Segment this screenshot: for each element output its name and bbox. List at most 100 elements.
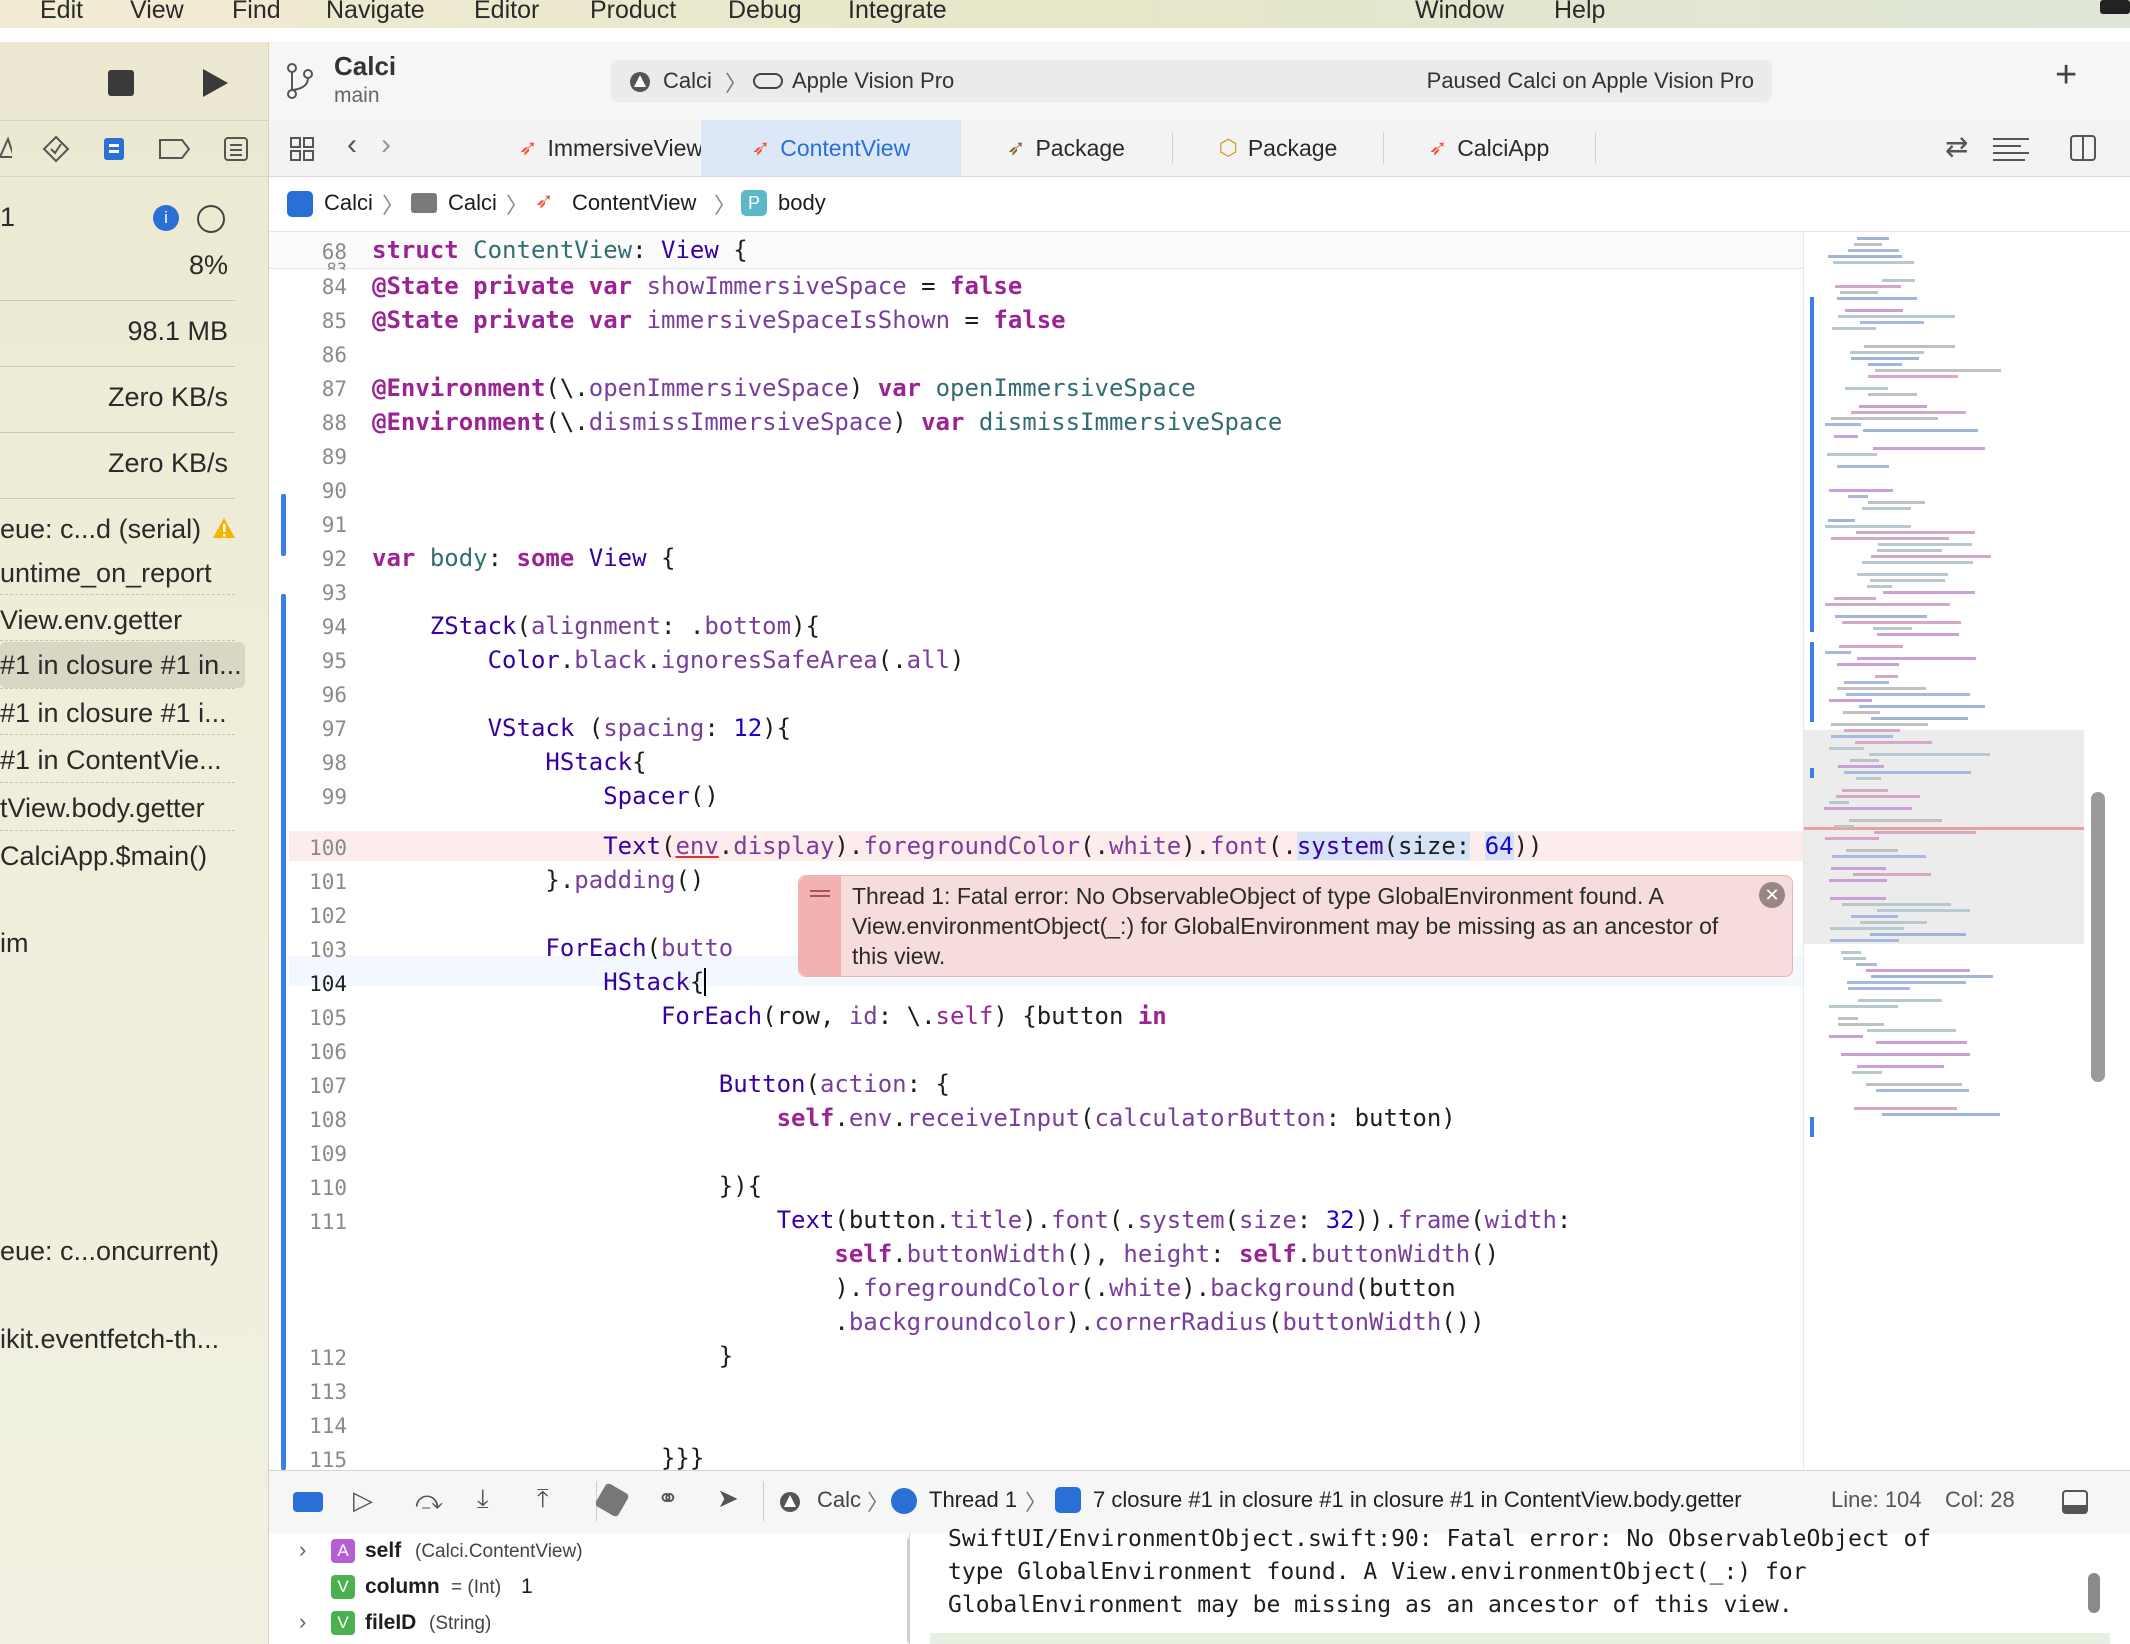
variable-name[interactable]: fileID: [365, 1611, 416, 1635]
breadcrumb-file[interactable]: ContentView: [572, 190, 696, 216]
console-output[interactable]: SwiftUI/EnvironmentObject.swift:90: Fata…: [910, 1526, 2130, 1644]
variable-type: (String): [429, 1613, 492, 1634]
minimap-line: [1867, 585, 1892, 588]
menu-view[interactable]: View: [130, 0, 184, 25]
continue-icon[interactable]: ▷: [353, 1485, 373, 1516]
menu-navigate[interactable]: Navigate: [326, 0, 425, 25]
warning-nav-icon[interactable]: [0, 135, 12, 161]
frame-closure-1[interactable]: #1 in closure #1 in...: [0, 650, 242, 681]
thread-im[interactable]: im: [0, 928, 29, 959]
source-editor[interactable]: 84 @State private var showImmersiveSpace…: [269, 232, 1803, 1470]
cpu-gauge[interactable]: 8%: [189, 250, 228, 281]
breakpoint-nav-icon[interactable]: [158, 137, 192, 161]
branch-name[interactable]: main: [334, 84, 380, 108]
tab-package-1[interactable]: ➶ Package: [961, 120, 1171, 176]
destination-selector[interactable]: Apple Vision Pro: [792, 68, 954, 94]
code-line-115: }}}: [372, 1444, 705, 1470]
tab-calciapp[interactable]: ➶ CalciApp: [1384, 120, 1594, 176]
split-editor-icon[interactable]: [2069, 134, 2097, 162]
sticky-scope-header[interactable]: 68 struct ContentView: View { 83: [269, 232, 1803, 270]
hide-debug-area-icon[interactable]: [2061, 1489, 2089, 1515]
disclosure-icon[interactable]: ›: [299, 1609, 306, 1635]
minimap-line: [1825, 525, 1911, 528]
queue-concurrent[interactable]: eue: c...oncurrent): [0, 1236, 219, 1267]
minimap-line: [1837, 465, 1889, 468]
menu-window[interactable]: Window: [1415, 0, 1504, 25]
step-out-icon[interactable]: ⤒: [537, 1483, 549, 1515]
scheme-chevron-icon: 〉: [725, 71, 748, 96]
menu-product[interactable]: Product: [590, 0, 676, 25]
menu-debug[interactable]: Debug: [728, 0, 802, 25]
code-line-87: @Environment(\.openImmersiveSpace) var o…: [372, 374, 1196, 402]
related-items-icon[interactable]: [289, 136, 315, 162]
frame-closure-contentview[interactable]: #1 in ContentVie...: [0, 745, 222, 776]
info-icon[interactable]: i: [153, 205, 179, 231]
back-icon[interactable]: ‹: [347, 128, 357, 162]
menu-editor[interactable]: Editor: [474, 0, 539, 25]
console-scrollbar[interactable]: [2088, 1573, 2100, 1613]
test-nav-icon[interactable]: [42, 135, 70, 163]
error-annotation[interactable]: Thread 1: Fatal error: No ObservableObje…: [798, 875, 1793, 977]
run-icon[interactable]: [200, 67, 230, 99]
menu-find[interactable]: Find: [232, 0, 281, 25]
step-over-icon[interactable]: ⤼: [415, 1485, 443, 1517]
crumb-thread[interactable]: Thread 1: [929, 1487, 1017, 1513]
app-icon: [780, 1492, 800, 1512]
project-name[interactable]: Calci: [334, 51, 396, 82]
location-icon[interactable]: ➤: [717, 1483, 739, 1514]
threads-icon[interactable]: [197, 205, 225, 233]
crumb-app[interactable]: Calc: [817, 1487, 861, 1513]
disk-gauge[interactable]: Zero KB/s: [108, 382, 228, 413]
forward-icon[interactable]: ›: [381, 128, 391, 162]
report-nav-icon[interactable]: [222, 135, 250, 163]
menu-help[interactable]: Help: [1554, 0, 1605, 25]
code-line-108: self.env.receiveInput(calculatorButton: …: [776, 1104, 1456, 1132]
minimap[interactable]: [1803, 232, 2105, 1470]
queue-serial[interactable]: eue: c...d (serial): [0, 514, 201, 545]
stop-icon[interactable]: [108, 70, 134, 96]
swap-icon[interactable]: ⇄: [1945, 130, 1968, 163]
breadcrumb-chevron-icon: 〉: [506, 193, 529, 218]
minimap-line: [1871, 555, 1991, 558]
view-hierarchy-icon[interactable]: [594, 1482, 630, 1518]
col-indicator: Col: 28: [1945, 1487, 2015, 1512]
breakpoints-toggle-icon[interactable]: [293, 1492, 323, 1512]
frame-main[interactable]: CalciApp.$main(): [0, 841, 207, 872]
frame-env-getter[interactable]: View.env.getter: [0, 605, 182, 636]
frame-closure-2[interactable]: #1 in closure #1 i...: [0, 698, 227, 729]
line-number: 100: [309, 836, 347, 860]
scheme-selector[interactable]: Calci: [663, 68, 712, 94]
breadcrumb-group[interactable]: Calci: [448, 190, 497, 216]
tab-package-2[interactable]: ⬡ Package: [1173, 120, 1383, 176]
crumb-frame[interactable]: 7 closure #1 in closure #1 in closure #1…: [1093, 1487, 1742, 1513]
variable-name[interactable]: column: [365, 1575, 440, 1599]
breadcrumb-project[interactable]: Calci: [324, 190, 373, 216]
tab-contentview[interactable]: ➶ ContentView: [701, 120, 961, 176]
breadcrumb-chevron-icon: 〉: [382, 193, 405, 218]
line-number: 110: [309, 1176, 347, 1200]
code-line-100: Text(env.display).foregroundColor(.white…: [603, 832, 1543, 860]
breadcrumb-symbol[interactable]: body: [778, 190, 826, 216]
close-icon[interactable]: ✕: [1759, 882, 1785, 908]
step-into-icon[interactable]: ⤓: [477, 1483, 489, 1515]
thread-eventfetch[interactable]: ikit.eventfetch-th...: [0, 1324, 219, 1355]
frame-runtime-on-report[interactable]: untime_on_report: [0, 558, 212, 589]
add-icon[interactable]: +: [2055, 54, 2077, 97]
vertical-scrollbar[interactable]: [2091, 792, 2105, 1082]
swift-icon: ➶: [535, 188, 554, 213]
editor-options-icon[interactable]: [1991, 136, 2031, 162]
debug-nav-icon[interactable]: [100, 134, 128, 164]
minimap-line: [1866, 969, 1970, 972]
variable-name[interactable]: self: [365, 1539, 401, 1563]
memory-gauge[interactable]: 98.1 MB: [127, 316, 228, 347]
frame-body-getter[interactable]: tView.body.getter: [0, 793, 205, 824]
minimap-line: [1848, 249, 1899, 252]
network-gauge[interactable]: Zero KB/s: [108, 448, 228, 479]
memory-graph-icon[interactable]: ⚭: [657, 1483, 679, 1514]
disclosure-icon[interactable]: ›: [299, 1537, 306, 1563]
minimap-line: [1864, 345, 1955, 348]
console-prompt-area[interactable]: [930, 1633, 2110, 1644]
menu-edit[interactable]: Edit: [40, 0, 83, 25]
variables-view[interactable]: › A self (Calci.ContentView) V column = …: [269, 1533, 915, 1644]
menu-integrate[interactable]: Integrate: [848, 0, 947, 25]
